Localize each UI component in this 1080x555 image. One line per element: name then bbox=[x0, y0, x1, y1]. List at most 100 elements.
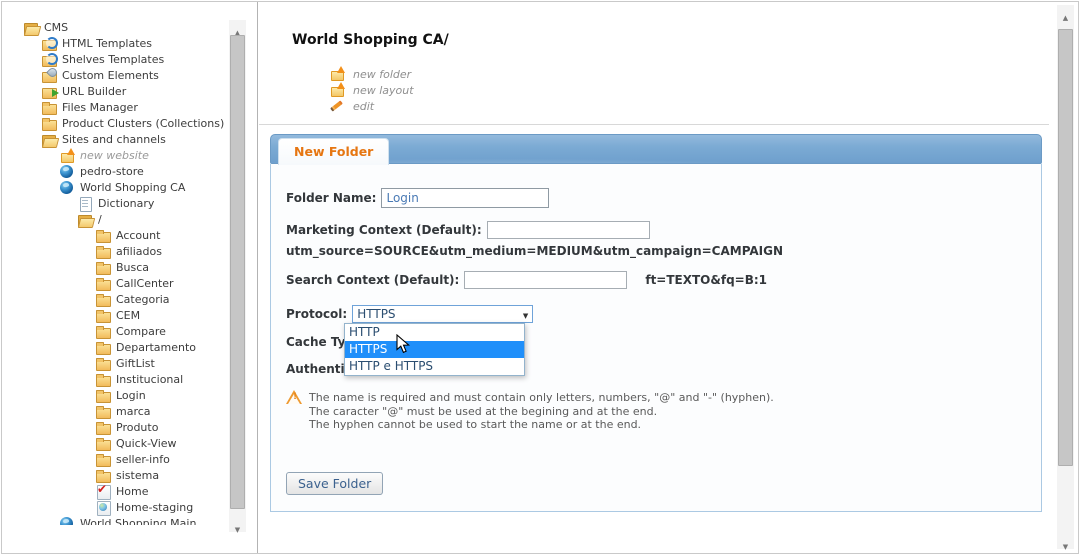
page-check-icon bbox=[96, 485, 112, 499]
folder-icon bbox=[96, 325, 112, 339]
tree-item[interactable]: Compare bbox=[24, 324, 234, 340]
tree-item[interactable]: Login bbox=[24, 388, 234, 404]
folder-url-icon bbox=[42, 85, 58, 99]
tree-item-label: seller-info bbox=[116, 453, 170, 467]
tree-item[interactable]: sistema bbox=[24, 468, 234, 484]
scroll-down-icon[interactable] bbox=[1057, 534, 1074, 549]
action-link[interactable]: new folder bbox=[330, 66, 414, 82]
document-icon bbox=[78, 197, 94, 211]
tree-item-label: Files Manager bbox=[62, 101, 138, 115]
tree-item[interactable]: World Shopping Main bbox=[24, 516, 234, 525]
tree-item[interactable]: Account bbox=[24, 228, 234, 244]
tree-item[interactable]: pedro-store bbox=[24, 164, 234, 180]
tree-item[interactable]: Custom Elements bbox=[24, 68, 234, 84]
marketing-context-input[interactable] bbox=[487, 221, 650, 239]
action-link[interactable]: new layout bbox=[330, 82, 414, 98]
protocol-option[interactable]: HTTP bbox=[345, 324, 524, 341]
tree-item[interactable]: GiftList bbox=[24, 356, 234, 372]
folder-open-icon bbox=[24, 21, 40, 35]
protocol-option[interactable]: HTTP e HTTPS bbox=[345, 358, 524, 375]
tree-item[interactable]: Categoria bbox=[24, 292, 234, 308]
tree-item[interactable]: Dictionary bbox=[24, 196, 234, 212]
action-link-label: new folder bbox=[353, 68, 411, 81]
tree-item[interactable]: Institucional bbox=[24, 372, 234, 388]
tree-item[interactable]: World Shopping CA bbox=[24, 180, 234, 196]
save-folder-button[interactable]: Save Folder bbox=[286, 472, 383, 495]
warning-icon: ! bbox=[286, 390, 303, 405]
folder-name-input[interactable] bbox=[381, 188, 549, 208]
tree-item-label: World Shopping CA bbox=[80, 181, 185, 195]
folder-icon bbox=[96, 453, 112, 467]
tree-item[interactable]: Departamento bbox=[24, 340, 234, 356]
tree-item[interactable]: HTML Templates bbox=[24, 36, 234, 52]
tree-item[interactable]: CallCenter bbox=[24, 276, 234, 292]
tab-new-folder[interactable]: New Folder bbox=[278, 138, 389, 165]
action-link[interactable]: edit bbox=[330, 98, 414, 114]
warning-line: The hyphen cannot be used to start the n… bbox=[309, 418, 774, 432]
tree-item[interactable]: afiliados bbox=[24, 244, 234, 260]
tree-item[interactable]: Quick-View bbox=[24, 436, 234, 452]
folder-templates-icon bbox=[42, 53, 58, 67]
validation-warning: ! The name is required and must contain … bbox=[286, 390, 774, 432]
tree-item-label: pedro-store bbox=[80, 165, 144, 179]
tree-item-label: Custom Elements bbox=[62, 69, 159, 83]
folder-icon bbox=[96, 405, 112, 419]
tree-item[interactable]: seller-info bbox=[24, 452, 234, 468]
tree-item-label: marca bbox=[116, 405, 151, 419]
tree-item[interactable]: Home-staging bbox=[24, 500, 234, 516]
tree-item[interactable]: Produto bbox=[24, 420, 234, 436]
tree-item[interactable]: new website bbox=[24, 148, 234, 164]
tree-item[interactable]: marca bbox=[24, 404, 234, 420]
scrollbar-thumb[interactable] bbox=[230, 35, 245, 509]
tree-item[interactable]: Product Clusters (Collections) bbox=[24, 116, 234, 132]
tree-item-label: Busca bbox=[116, 261, 149, 275]
tree-item[interactable]: Sites and channels bbox=[24, 132, 234, 148]
folder-name-label: Folder Name: bbox=[286, 191, 376, 205]
tree-item-label: Home-staging bbox=[116, 501, 193, 515]
page-globe-icon bbox=[96, 501, 112, 515]
tree-item-label: Sites and channels bbox=[62, 133, 166, 147]
tree-item[interactable]: Home bbox=[24, 484, 234, 500]
scroll-up-icon[interactable] bbox=[1057, 5, 1074, 20]
tree-item-label: Account bbox=[116, 229, 160, 243]
marketing-hint: utm_source=SOURCE&utm_medium=MEDIUM&utm_… bbox=[286, 244, 783, 258]
new-folder-icon bbox=[330, 67, 346, 81]
tree-item-label: CallCenter bbox=[116, 277, 174, 291]
folder-icon bbox=[96, 309, 112, 323]
tree-item[interactable]: URL Builder bbox=[24, 84, 234, 100]
folder-tree: CMS HTML Templates Shelves Templates Cus… bbox=[24, 20, 234, 525]
tree-item-label: Produto bbox=[116, 421, 158, 435]
sidebar-scrollbar[interactable] bbox=[229, 20, 246, 532]
scrollbar-thumb[interactable] bbox=[1058, 29, 1073, 466]
search-context-input[interactable] bbox=[464, 271, 627, 289]
scroll-down-icon[interactable] bbox=[229, 517, 246, 532]
warning-line: The caracter "@" must be used at the beg… bbox=[309, 405, 774, 419]
tree-item[interactable]: CMS bbox=[24, 20, 234, 36]
tree-item[interactable]: / bbox=[24, 212, 234, 228]
tree-item[interactable]: Shelves Templates bbox=[24, 52, 234, 68]
tree-item[interactable]: Busca bbox=[24, 260, 234, 276]
folder-icon bbox=[96, 245, 112, 259]
marketing-context-row: Marketing Context (Default): bbox=[286, 221, 650, 239]
main-area: World Shopping CA/ new folder new layout… bbox=[259, 2, 1049, 553]
scroll-up-icon[interactable] bbox=[229, 20, 246, 35]
protocol-select[interactable]: HTTPS bbox=[352, 305, 533, 323]
tree-item[interactable]: Files Manager bbox=[24, 100, 234, 116]
tree-item[interactable]: CEM bbox=[24, 308, 234, 324]
folder-name-row: Folder Name: bbox=[286, 188, 549, 208]
cms-window: CMS HTML Templates Shelves Templates Cus… bbox=[1, 1, 1079, 554]
header-divider bbox=[259, 124, 1049, 125]
folder-custom-icon bbox=[42, 69, 58, 83]
tree-item-label: CEM bbox=[116, 309, 140, 323]
folder-open-icon bbox=[78, 213, 94, 227]
tree-item-label: / bbox=[98, 213, 102, 227]
main-scrollbar[interactable] bbox=[1057, 5, 1074, 549]
protocol-option[interactable]: HTTPS bbox=[345, 341, 524, 358]
search-context-row: Search Context (Default): ft=TEXTO&fq=B:… bbox=[286, 271, 767, 289]
folder-icon bbox=[96, 357, 112, 371]
marketing-context-label: Marketing Context (Default): bbox=[286, 223, 482, 237]
page-title: World Shopping CA/ bbox=[292, 32, 449, 48]
tree-item-label: afiliados bbox=[116, 245, 162, 259]
tree-item-label: URL Builder bbox=[62, 85, 126, 99]
tree-item-label: Departamento bbox=[116, 341, 196, 355]
